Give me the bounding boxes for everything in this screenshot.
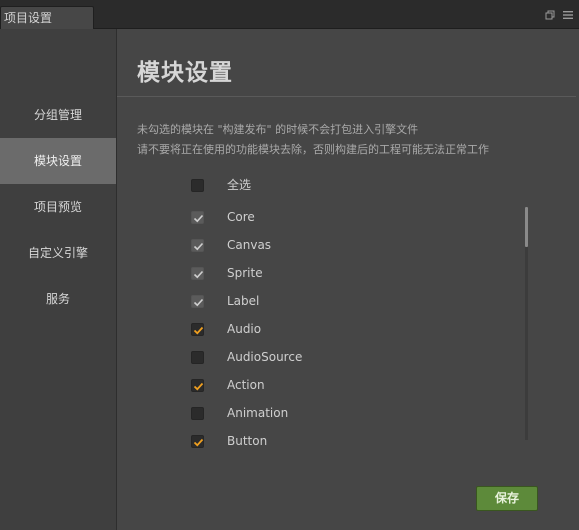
- window-titlebar: 项目设置: [0, 0, 579, 29]
- module-list-scrollbar-thumb[interactable]: [525, 207, 528, 247]
- page-title: 模块设置: [137, 60, 233, 86]
- module-note-line-1: 未勾选的模块在 "构建发布" 的时候不会打包进入引擎文件: [137, 123, 419, 136]
- module-checkbox[interactable]: [191, 210, 204, 224]
- module-row-audio[interactable]: Audio: [191, 321, 261, 337]
- module-checkbox[interactable]: [191, 378, 204, 392]
- sidebar-item-custom-engine[interactable]: 自定义引擎: [0, 230, 116, 276]
- check-icon: [193, 242, 204, 250]
- module-row-core[interactable]: Core: [191, 209, 255, 225]
- module-checkbox[interactable]: [191, 350, 204, 364]
- module-checkbox[interactable]: [191, 238, 204, 252]
- module-row-label[interactable]: Label: [191, 293, 259, 309]
- sidebar-item-label: 服务: [45, 292, 70, 306]
- module-row-sprite[interactable]: Sprite: [191, 265, 263, 281]
- save-button-label: 保存: [494, 491, 519, 505]
- select-all-checkbox[interactable]: [191, 178, 204, 192]
- module-label: Label: [227, 294, 260, 308]
- select-all-label: 全选: [227, 178, 252, 192]
- module-row-action[interactable]: Action: [191, 377, 265, 393]
- tab-title: 项目设置: [4, 11, 53, 25]
- check-icon: [193, 214, 204, 222]
- module-checkbox[interactable]: [191, 322, 204, 336]
- module-label: Animation: [227, 406, 289, 420]
- module-checkbox[interactable]: [191, 266, 204, 280]
- module-checkbox[interactable]: [191, 294, 204, 308]
- sidebar-item-label: 自定义引擎: [27, 246, 88, 260]
- check-icon: [193, 326, 204, 334]
- module-label: Action: [227, 378, 265, 392]
- title-divider: [117, 96, 576, 97]
- main-panel: 模块设置 未勾选的模块在 "构建发布" 的时候不会打包进入引擎文件 请不要将正在…: [117, 29, 579, 530]
- module-row-canvas[interactable]: Canvas: [191, 237, 271, 253]
- select-all-row[interactable]: 全选: [191, 177, 251, 193]
- sidebar-item-label: 模块设置: [33, 154, 82, 168]
- save-button[interactable]: 保存: [476, 486, 538, 511]
- sidebar-item-services[interactable]: 服务: [0, 276, 116, 322]
- sidebar-item-module-settings[interactable]: 模块设置: [0, 138, 116, 184]
- module-row-audiosource[interactable]: AudioSource: [191, 349, 302, 365]
- module-row-animation[interactable]: Animation: [191, 405, 288, 421]
- module-label: Button: [227, 434, 268, 448]
- module-checkbox[interactable]: [191, 406, 204, 420]
- module-note-line-2: 请不要将正在使用的功能模块去除，否则构建后的工程可能无法正常工作: [137, 143, 489, 156]
- sidebar-item-label: 项目预览: [33, 200, 82, 214]
- sidebar-item-label: 分组管理: [33, 108, 82, 122]
- module-label: Sprite: [227, 266, 263, 280]
- window-controls: [545, 10, 573, 20]
- sidebar: 分组管理 模块设置 项目预览 自定义引擎 服务: [0, 29, 117, 530]
- module-label: AudioSource: [227, 350, 303, 364]
- sidebar-item-project-preview[interactable]: 项目预览: [0, 184, 116, 230]
- module-row-button[interactable]: Button: [191, 433, 267, 449]
- module-label: Audio: [227, 322, 262, 336]
- check-icon: [193, 438, 204, 446]
- module-checkbox[interactable]: [191, 434, 204, 448]
- check-icon: [193, 298, 204, 306]
- menu-icon[interactable]: [563, 10, 573, 20]
- restore-icon[interactable]: [545, 10, 555, 20]
- check-icon: [193, 270, 204, 278]
- module-label: Core: [227, 210, 255, 224]
- module-label: Canvas: [227, 238, 272, 252]
- check-icon: [193, 382, 204, 390]
- sidebar-item-group-management[interactable]: 分组管理: [0, 92, 116, 138]
- tab-project-settings[interactable]: 项目设置: [0, 6, 94, 29]
